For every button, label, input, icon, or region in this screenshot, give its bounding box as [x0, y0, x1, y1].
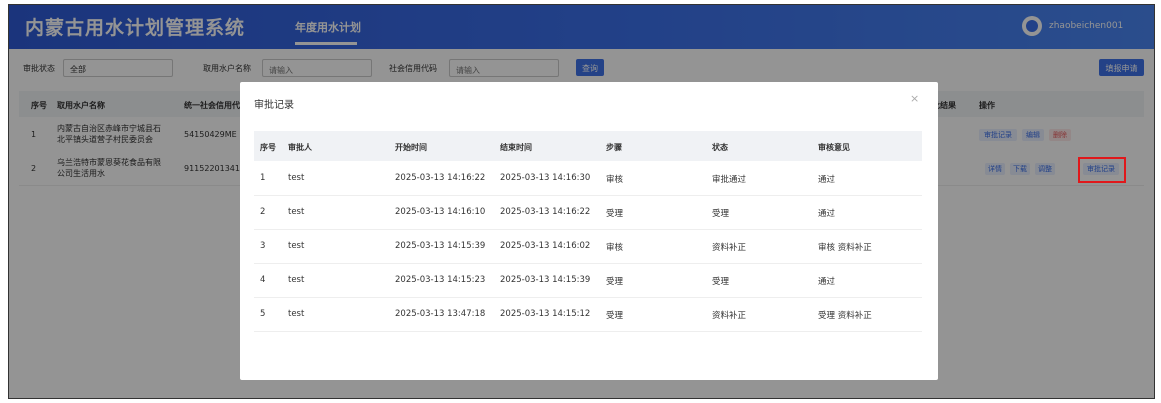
- cell-step: 审核: [606, 175, 624, 185]
- cell-approver: test: [288, 275, 305, 285]
- cell-status: 审批通过: [712, 175, 747, 185]
- cell-start-time: 2025-03-13 14:16:22: [395, 173, 486, 183]
- cell-index: 2: [260, 207, 266, 217]
- record-table-header: 序号 审批人 开始时间 结束时间 步骤 状态 审核意见: [254, 131, 922, 161]
- cell-approver: test: [288, 173, 305, 183]
- cell-approver: test: [288, 207, 305, 217]
- cell-end-time: 2025-03-13 14:16:22: [500, 207, 591, 217]
- dialog-title: 审批记录: [254, 100, 294, 111]
- close-icon[interactable]: ×: [910, 92, 919, 105]
- cell-approver: test: [288, 309, 305, 319]
- cell-start-time: 2025-03-13 13:47:18: [395, 309, 486, 319]
- table-row: 5 test 2025-03-13 13:47:18 2025-03-13 14…: [254, 298, 922, 332]
- col-opinion: 审核意见: [818, 143, 850, 152]
- col-index: 序号: [260, 143, 276, 152]
- table-row: 3 test 2025-03-13 14:15:39 2025-03-13 14…: [254, 230, 922, 264]
- cell-status: 资料补正: [712, 311, 747, 321]
- cell-approver: test: [288, 241, 305, 251]
- cell-end-time: 2025-03-13 14:15:39: [500, 275, 591, 285]
- cell-start-time: 2025-03-13 14:15:39: [395, 241, 486, 251]
- cell-status: 受理: [712, 277, 730, 287]
- cell-opinion: 受理 资料补正: [818, 311, 872, 321]
- cell-index: 1: [260, 173, 266, 183]
- cell-end-time: 2025-03-13 14:15:12: [500, 309, 591, 319]
- table-row: 1 test 2025-03-13 14:16:22 2025-03-13 14…: [254, 162, 922, 196]
- cell-start-time: 2025-03-13 14:15:23: [395, 275, 486, 285]
- cell-end-time: 2025-03-13 14:16:02: [500, 241, 591, 251]
- highlight-box: [1078, 157, 1126, 183]
- cell-opinion: 审核 资料补正: [818, 243, 872, 253]
- cell-opinion: 通过: [818, 175, 836, 185]
- cell-index: 4: [260, 275, 266, 285]
- cell-status: 资料补正: [712, 243, 747, 253]
- table-row: 2 test 2025-03-13 14:16:10 2025-03-13 14…: [254, 196, 922, 230]
- cell-step: 受理: [606, 277, 624, 287]
- cell-opinion: 通过: [818, 209, 836, 219]
- table-row: 4 test 2025-03-13 14:15:23 2025-03-13 14…: [254, 264, 922, 298]
- col-approver: 审批人: [288, 143, 312, 152]
- cell-start-time: 2025-03-13 14:16:10: [395, 207, 486, 217]
- col-end-time: 结束时间: [500, 143, 532, 152]
- cell-step: 受理: [606, 209, 624, 219]
- cell-end-time: 2025-03-13 14:16:30: [500, 173, 591, 183]
- app-window: 内蒙古用水计划管理系统 年度用水计划 zhaobeichen001 审批状态 全…: [8, 4, 1155, 399]
- col-start-time: 开始时间: [395, 143, 427, 152]
- col-status: 状态: [712, 143, 728, 152]
- cell-index: 5: [260, 309, 266, 319]
- cell-step: 受理: [606, 311, 624, 321]
- cell-opinion: 通过: [818, 277, 836, 287]
- col-step: 步骤: [606, 143, 622, 152]
- cell-status: 受理: [712, 209, 730, 219]
- cell-index: 3: [260, 241, 266, 251]
- cell-step: 审核: [606, 243, 624, 253]
- approval-record-dialog: 审批记录 × 序号 审批人 开始时间 结束时间 步骤 状态 审核意见 1 tes…: [240, 82, 938, 380]
